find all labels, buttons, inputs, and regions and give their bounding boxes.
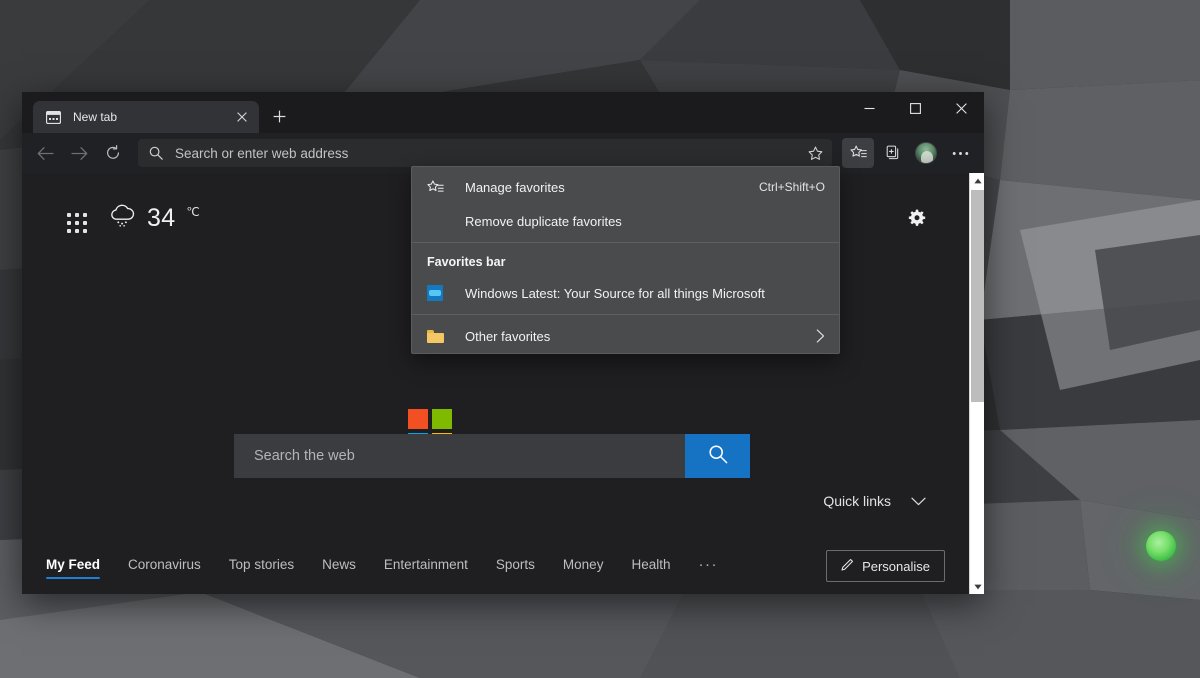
all-apps-grid-icon[interactable] [67,213,89,235]
menu-item-other-favorites[interactable]: Other favorites [412,319,839,353]
browser-tab-new-tab[interactable]: New tab [33,101,259,133]
address-bar[interactable]: Search or enter web address [138,139,832,167]
web-search-placeholder: Search the web [254,448,355,464]
new-tab-favicon-icon [45,110,62,125]
forward-button[interactable] [62,138,96,168]
menu-divider-2 [412,314,839,315]
page-scrollbar[interactable] [969,173,984,594]
new-tab-button[interactable] [265,102,293,130]
feed-tab-news[interactable]: News [322,553,356,579]
close-button[interactable] [938,92,984,124]
feed-tab-top-stories[interactable]: Top stories [229,553,294,579]
scroll-down-arrow-icon[interactable] [970,579,984,594]
tab-title: New tab [73,110,231,124]
feed-more-button[interactable]: ··· [698,556,718,577]
chevron-down-icon [911,497,926,506]
menu-item-manage-favorites[interactable]: Manage favorites Ctrl+Shift+O [412,170,839,204]
quick-links-toggle[interactable]: Quick links [823,493,926,509]
search-icon [149,146,163,160]
feed-tab-money[interactable]: Money [563,553,604,579]
feed-tab-sports[interactable]: Sports [496,553,535,579]
feed-navigation: My Feed Coronavirus Top stories News Ent… [22,538,969,594]
profile-avatar-button[interactable] [910,138,942,168]
back-button[interactable] [28,138,62,168]
folder-icon [427,330,447,343]
favorites-bar-section-title: Favorites bar [412,247,839,276]
minimize-button[interactable] [846,92,892,124]
tab-close-icon[interactable] [231,106,253,128]
feed-tab-my-feed[interactable]: My Feed [46,553,100,579]
favorites-button[interactable] [842,138,874,168]
search-icon [708,444,728,469]
title-bar: New tab [22,92,984,133]
menu-divider-1 [412,242,839,243]
bookmark-label: Windows Latest: Your Source for all thin… [465,286,825,301]
manage-favorites-shortcut: Ctrl+Shift+O [759,180,825,194]
remove-duplicates-label: Remove duplicate favorites [465,214,825,229]
windows-latest-favicon-icon [427,285,447,301]
menu-item-bookmark-windows-latest[interactable]: Windows Latest: Your Source for all thin… [412,276,839,310]
pencil-icon [841,558,854,574]
weather-temperature: 34 [147,204,175,233]
web-search-input[interactable]: Search the web [234,434,685,478]
scroll-up-arrow-icon[interactable] [970,173,984,188]
favorites-dropdown-menu: Manage favorites Ctrl+Shift+O Remove dup… [411,166,840,354]
refresh-button[interactable] [96,138,130,168]
menu-item-remove-duplicate-favorites[interactable]: Remove duplicate favorites [412,204,839,238]
window-controls [846,92,984,124]
edge-browser-window: New tab [22,92,984,594]
add-favorite-star-icon[interactable] [802,141,828,165]
other-favorites-label: Other favorites [465,329,816,344]
scrollbar-thumb[interactable] [971,190,984,402]
manage-favorites-icon [427,180,447,195]
gear-icon[interactable] [903,205,931,233]
maximize-button[interactable] [892,92,938,124]
rain-cloud-icon [107,203,138,233]
power-led-indicator [1146,531,1176,561]
feed-tab-health[interactable]: Health [631,553,670,579]
web-search-row: Search the web [234,434,750,478]
chevron-right-icon [816,329,825,343]
feed-tab-entertainment[interactable]: Entertainment [384,553,468,579]
web-search-submit-button[interactable] [685,434,750,478]
weather-unit: ℃ [186,205,199,219]
manage-favorites-label: Manage favorites [465,180,745,195]
personalise-button[interactable]: Personalise [826,550,945,582]
personalise-label: Personalise [862,559,930,574]
avatar [915,142,937,164]
feed-tab-coronavirus[interactable]: Coronavirus [128,553,201,579]
address-bar-input[interactable]: Search or enter web address [175,146,802,161]
settings-and-more-button[interactable] [944,138,976,168]
quick-links-label: Quick links [823,493,891,509]
collections-button[interactable] [876,138,908,168]
weather-widget[interactable]: 34 ℃ [107,203,200,233]
